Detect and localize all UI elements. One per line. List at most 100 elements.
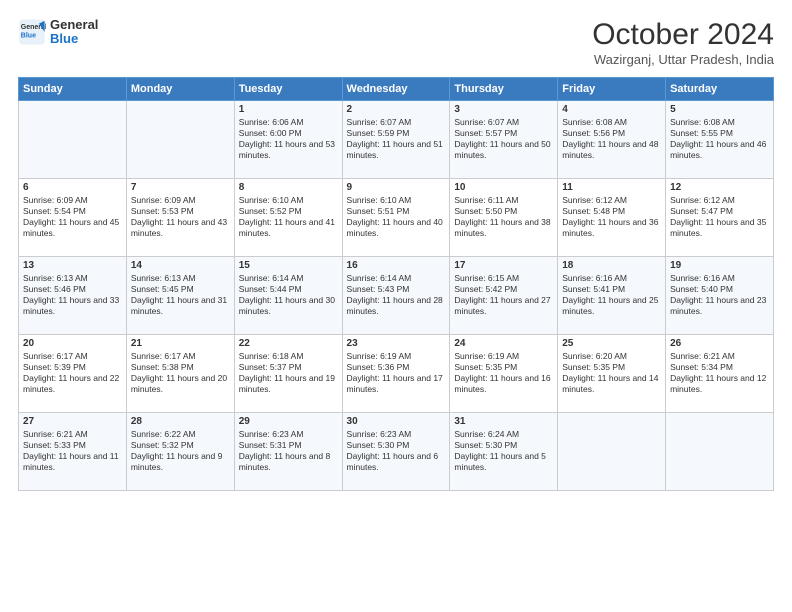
day-content-line: Sunrise: 6:08 AM [670, 117, 769, 128]
day-cell: 27Sunrise: 6:21 AMSunset: 5:33 PMDayligh… [19, 413, 127, 491]
day-content-line: Daylight: 11 hours and 6 minutes. [347, 451, 446, 473]
day-cell: 25Sunrise: 6:20 AMSunset: 5:35 PMDayligh… [558, 335, 666, 413]
logo-line1: General [50, 18, 98, 32]
day-content-line: Sunrise: 6:24 AM [454, 429, 553, 440]
day-content-line: Sunset: 5:35 PM [454, 362, 553, 373]
day-content-line: Daylight: 11 hours and 46 minutes. [670, 139, 769, 161]
day-cell: 17Sunrise: 6:15 AMSunset: 5:42 PMDayligh… [450, 257, 558, 335]
day-content-line: Sunrise: 6:17 AM [23, 351, 122, 362]
day-content-line: Sunset: 5:30 PM [454, 440, 553, 451]
day-content-line: Sunset: 5:46 PM [23, 284, 122, 295]
day-content-line: Daylight: 11 hours and 31 minutes. [131, 295, 230, 317]
day-number: 6 [23, 182, 122, 193]
day-content-line: Sunrise: 6:18 AM [239, 351, 338, 362]
day-content-line: Daylight: 11 hours and 8 minutes. [239, 451, 338, 473]
day-number: 2 [347, 104, 446, 115]
day-content-line: Daylight: 11 hours and 16 minutes. [454, 373, 553, 395]
day-cell [666, 413, 774, 491]
day-cell: 26Sunrise: 6:21 AMSunset: 5:34 PMDayligh… [666, 335, 774, 413]
day-number: 21 [131, 338, 230, 349]
day-number: 15 [239, 260, 338, 271]
day-number: 26 [670, 338, 769, 349]
svg-text:Blue: Blue [21, 33, 36, 40]
day-content-line: Sunrise: 6:09 AM [131, 195, 230, 206]
day-content-line: Sunset: 5:53 PM [131, 206, 230, 217]
day-content-line: Sunset: 5:57 PM [454, 128, 553, 139]
week-row-5: 27Sunrise: 6:21 AMSunset: 5:33 PMDayligh… [19, 413, 774, 491]
day-cell: 10Sunrise: 6:11 AMSunset: 5:50 PMDayligh… [450, 179, 558, 257]
logo: General Blue General Blue [18, 18, 98, 47]
week-row-1: 1Sunrise: 6:06 AMSunset: 6:00 PMDaylight… [19, 101, 774, 179]
day-cell: 4Sunrise: 6:08 AMSunset: 5:56 PMDaylight… [558, 101, 666, 179]
day-content-line: Sunset: 5:36 PM [347, 362, 446, 373]
day-number: 17 [454, 260, 553, 271]
day-number: 3 [454, 104, 553, 115]
day-cell: 30Sunrise: 6:23 AMSunset: 5:30 PMDayligh… [342, 413, 450, 491]
day-content-line: Daylight: 11 hours and 23 minutes. [670, 295, 769, 317]
day-content-line: Sunset: 5:38 PM [131, 362, 230, 373]
day-number: 30 [347, 416, 446, 427]
day-number: 11 [562, 182, 661, 193]
day-cell: 20Sunrise: 6:17 AMSunset: 5:39 PMDayligh… [19, 335, 127, 413]
day-cell: 13Sunrise: 6:13 AMSunset: 5:46 PMDayligh… [19, 257, 127, 335]
day-number: 10 [454, 182, 553, 193]
day-number: 22 [239, 338, 338, 349]
day-cell: 3Sunrise: 6:07 AMSunset: 5:57 PMDaylight… [450, 101, 558, 179]
day-content-line: Daylight: 11 hours and 20 minutes. [131, 373, 230, 395]
day-content-line: Daylight: 11 hours and 9 minutes. [131, 451, 230, 473]
logo-line2: Blue [50, 32, 98, 46]
day-content-line: Daylight: 11 hours and 22 minutes. [23, 373, 122, 395]
day-content-line: Sunrise: 6:07 AM [454, 117, 553, 128]
day-content-line: Daylight: 11 hours and 30 minutes. [239, 295, 338, 317]
day-cell: 5Sunrise: 6:08 AMSunset: 5:55 PMDaylight… [666, 101, 774, 179]
day-content-line: Sunrise: 6:13 AM [23, 273, 122, 284]
day-content-line: Sunrise: 6:10 AM [239, 195, 338, 206]
day-content-line: Sunset: 5:45 PM [131, 284, 230, 295]
day-content-line: Daylight: 11 hours and 40 minutes. [347, 217, 446, 239]
day-number: 28 [131, 416, 230, 427]
day-cell: 9Sunrise: 6:10 AMSunset: 5:51 PMDaylight… [342, 179, 450, 257]
day-content-line: Sunrise: 6:22 AM [131, 429, 230, 440]
header-day-thursday: Thursday [450, 78, 558, 101]
day-content-line: Sunrise: 6:12 AM [670, 195, 769, 206]
day-cell: 28Sunrise: 6:22 AMSunset: 5:32 PMDayligh… [126, 413, 234, 491]
day-cell: 19Sunrise: 6:16 AMSunset: 5:40 PMDayligh… [666, 257, 774, 335]
day-content-line: Sunset: 5:34 PM [670, 362, 769, 373]
day-content-line: Daylight: 11 hours and 43 minutes. [131, 217, 230, 239]
day-number: 19 [670, 260, 769, 271]
day-content-line: Sunrise: 6:12 AM [562, 195, 661, 206]
day-number: 24 [454, 338, 553, 349]
day-content-line: Sunrise: 6:16 AM [670, 273, 769, 284]
day-cell: 12Sunrise: 6:12 AMSunset: 5:47 PMDayligh… [666, 179, 774, 257]
day-cell: 23Sunrise: 6:19 AMSunset: 5:36 PMDayligh… [342, 335, 450, 413]
day-number: 27 [23, 416, 122, 427]
day-content-line: Sunrise: 6:11 AM [454, 195, 553, 206]
day-number: 4 [562, 104, 661, 115]
day-content-line: Daylight: 11 hours and 14 minutes. [562, 373, 661, 395]
day-number: 9 [347, 182, 446, 193]
day-content-line: Daylight: 11 hours and 25 minutes. [562, 295, 661, 317]
day-cell: 16Sunrise: 6:14 AMSunset: 5:43 PMDayligh… [342, 257, 450, 335]
calendar-page: General Blue General Blue October 2024 W… [0, 0, 792, 612]
day-number: 5 [670, 104, 769, 115]
day-content-line: Sunset: 5:30 PM [347, 440, 446, 451]
day-content-line: Daylight: 11 hours and 36 minutes. [562, 217, 661, 239]
day-content-line: Sunset: 5:47 PM [670, 206, 769, 217]
day-content-line: Sunrise: 6:20 AM [562, 351, 661, 362]
day-content-line: Sunset: 6:00 PM [239, 128, 338, 139]
day-cell: 22Sunrise: 6:18 AMSunset: 5:37 PMDayligh… [234, 335, 342, 413]
day-number: 16 [347, 260, 446, 271]
header-day-sunday: Sunday [19, 78, 127, 101]
day-content-line: Sunset: 5:48 PM [562, 206, 661, 217]
day-cell: 14Sunrise: 6:13 AMSunset: 5:45 PMDayligh… [126, 257, 234, 335]
location: Wazirganj, Uttar Pradesh, India [592, 52, 774, 67]
day-content-line: Daylight: 11 hours and 12 minutes. [670, 373, 769, 395]
day-number: 18 [562, 260, 661, 271]
day-cell: 24Sunrise: 6:19 AMSunset: 5:35 PMDayligh… [450, 335, 558, 413]
day-content-line: Daylight: 11 hours and 11 minutes. [23, 451, 122, 473]
day-content-line: Sunrise: 6:17 AM [131, 351, 230, 362]
logo-icon: General Blue [18, 18, 46, 46]
day-content-line: Daylight: 11 hours and 28 minutes. [347, 295, 446, 317]
day-cell: 31Sunrise: 6:24 AMSunset: 5:30 PMDayligh… [450, 413, 558, 491]
day-content-line: Sunrise: 6:09 AM [23, 195, 122, 206]
